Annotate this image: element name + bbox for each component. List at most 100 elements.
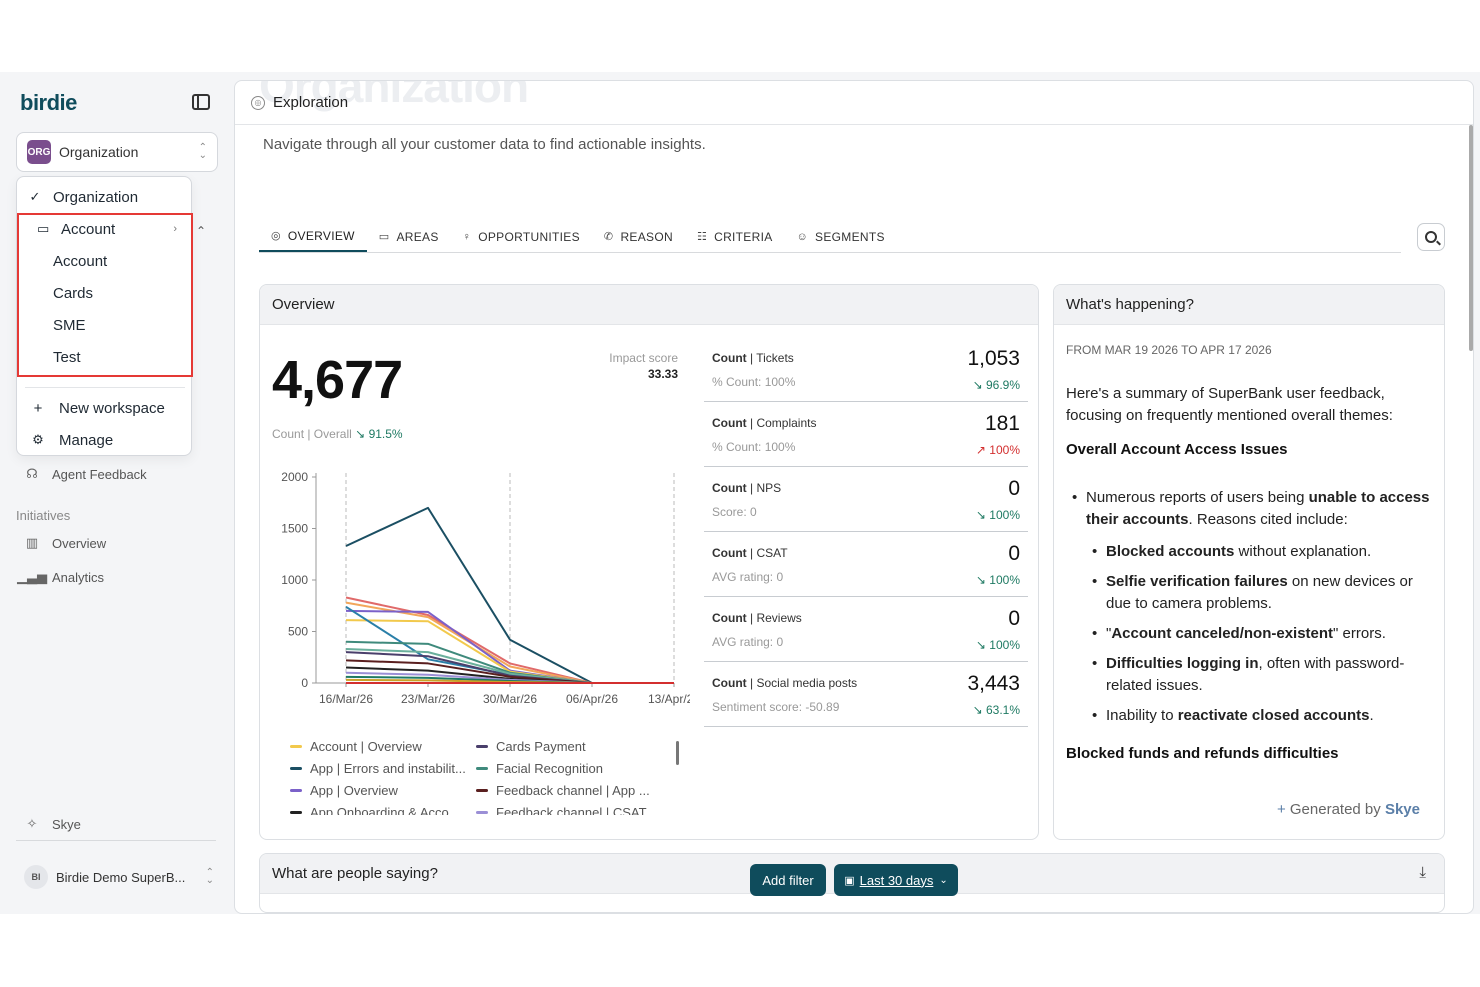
metric-label: Count | CSAT <box>712 546 788 560</box>
tab-criteria[interactable]: ☷ CRITERIA <box>685 221 785 252</box>
legend-item[interactable]: Account | Overview <box>290 739 422 754</box>
dropdown-item-account[interactable]: Account <box>17 245 193 277</box>
metric-label-bold: Count <box>712 546 747 560</box>
dropdown-item-test[interactable]: Test <box>17 341 193 373</box>
x-tick-label: 23/Mar/26 <box>401 692 455 706</box>
metric-change: ↘ 100% <box>976 573 1020 587</box>
bullet-bold: Account canceled/non-existent <box>1111 625 1334 642</box>
metric-row[interactable]: Count | Social media posts Sentiment scor… <box>704 662 1028 727</box>
manage-button[interactable]: ⚙ Manage <box>17 424 193 456</box>
search-icon <box>1425 231 1437 243</box>
metric-row[interactable]: Count | NPS Score: 0 0 ↘ 100% <box>704 467 1028 532</box>
whats-happening-card: What's happening? FROM MAR 19 2026 TO AP… <box>1053 284 1445 840</box>
legend-swatch <box>476 811 488 814</box>
metric-change-value: 100% <box>989 573 1020 587</box>
trend-down-icon: ↘ <box>975 573 990 587</box>
legend-label: App | Overview <box>310 783 398 798</box>
legend-item[interactable]: Feedback channel | App ... <box>476 783 650 798</box>
new-workspace-button[interactable]: + New workspace <box>17 392 193 424</box>
dropdown-item-organization[interactable]: ✓ Organization <box>17 181 193 213</box>
trend-down-icon: ↘ <box>972 703 986 717</box>
tab-label: REASON <box>620 229 673 244</box>
dropdown-item-label: Account <box>53 252 108 270</box>
metric-row[interactable]: Count | CSAT AVG rating: 0 0 ↘ 100% <box>704 532 1028 597</box>
dropdown-item-sme[interactable]: SME <box>17 309 193 341</box>
skye-brand: Skye <box>1384 801 1420 818</box>
workspace-name: Organization <box>59 144 139 160</box>
trend-down-icon: ↘ <box>975 508 990 522</box>
bullet-main: Numerous reports of users being unable t… <box>1072 487 1432 531</box>
legend-swatch <box>476 745 488 748</box>
metric-change: ↘ 96.9% <box>973 378 1020 392</box>
download-icon[interactable]: ⤓ <box>1419 864 1426 881</box>
tab-overview[interactable]: ◎ OVERVIEW <box>259 221 367 252</box>
workspace-selector[interactable]: ORG Organization ⌃ ⌄ <box>16 132 218 172</box>
metric-change-value: 100% <box>989 638 1020 652</box>
compass-icon: ◎ <box>271 230 281 242</box>
dropdown-item-cards[interactable]: Cards <box>17 277 193 309</box>
legend-item[interactable]: App | Overview <box>290 783 398 798</box>
y-tick-label: 0 <box>301 676 308 690</box>
app-window: birdie ORG Organization ⌃ ⌄ ✓ Organizatio… <box>0 72 1480 914</box>
sidebar-item-label: Overview <box>52 535 107 551</box>
tab-opportunities[interactable]: ♀ OPPORTUNITIES <box>451 221 592 252</box>
metric-name: | NPS <box>750 481 782 495</box>
legend-item[interactable]: Facial Recognition <box>476 761 603 776</box>
sidebar-item-overview[interactable]: ▥ Overview <box>24 535 106 551</box>
count-overall-change: 91.5% <box>368 427 403 441</box>
dropdown-item-label: Organization <box>53 188 139 206</box>
metric-row[interactable]: Count | Reviews AVG rating: 0 0 ↘ 100% <box>704 597 1028 662</box>
legend-label: Feedback channel | App ... <box>496 783 650 798</box>
legend-item[interactable]: App | Errors and instabilit... <box>290 761 466 776</box>
users-icon: ☺ <box>796 230 809 243</box>
chevron-down-icon: ⌄ <box>939 874 948 886</box>
bullet-bold: reactivate closed accounts <box>1177 707 1370 724</box>
tab-segments[interactable]: ☺ SEGMENTS <box>785 221 897 252</box>
date-filter-label: Last 30 days <box>859 872 934 888</box>
sidebar-item-agent-feedback[interactable]: ☊ Agent Feedback <box>24 466 146 482</box>
x-tick-label: 13/Apr/26 <box>648 692 690 706</box>
legend-scrollbar[interactable] <box>676 741 679 765</box>
trend-down-icon: ↘ <box>355 427 369 441</box>
birdie-logo: birdie <box>20 90 77 115</box>
initiatives-section-label: Initiatives <box>16 508 71 523</box>
count-overall: Count | Overall ↘ 91.5% <box>272 427 403 441</box>
avatar: BI <box>24 865 48 889</box>
overview-card: Overview 4,677 Impact score 33.33 Count … <box>259 284 1039 840</box>
metric-label-bold: Count <box>712 676 747 690</box>
metric-value: 181 <box>984 412 1020 435</box>
chevron-updown-icon: ⌃ ⌄ <box>205 867 214 886</box>
legend-item[interactable]: App Onboarding & Acco... <box>290 805 460 815</box>
people-saying-card: What are people saying? Add filter ▣ Las… <box>259 853 1445 913</box>
tab-label: CRITERIA <box>714 229 773 244</box>
legend-label: Feedback channel | CSAT <box>496 805 647 815</box>
sidebar-item-skye[interactable]: ✧ Skye <box>24 816 81 832</box>
legend-item[interactable]: Feedback channel | CSAT <box>476 805 647 815</box>
y-tick-label: 500 <box>288 625 308 639</box>
sidebar-item-analytics[interactable]: ▁▃▅ Analytics <box>17 569 104 585</box>
dropdown-item-account-folder[interactable]: ▭ Account › <box>17 213 193 245</box>
compass-icon: ◎ <box>251 95 265 110</box>
metric-row[interactable]: Count | Complaints % Count: 100% 181 ↗ 100% <box>704 402 1028 467</box>
sidebar-toggle-icon[interactable] <box>192 94 210 110</box>
legend-swatch <box>290 767 302 770</box>
chevron-up-icon[interactable]: ⌃ <box>196 224 206 238</box>
tab-reason[interactable]: ✆ REASON <box>592 221 685 252</box>
scrollbar[interactable] <box>1469 125 1473 351</box>
summary-text: Here's a summary of SuperBank user feedb… <box>1066 385 1393 424</box>
legend-swatch <box>476 789 488 792</box>
metric-change-value: 100% <box>989 443 1020 457</box>
user-name: Birdie Demo SuperB... <box>56 869 186 885</box>
legend-item[interactable]: Cards Payment <box>476 739 586 754</box>
user-menu[interactable]: BI Birdie Demo SuperB... ⌃ ⌄ <box>24 865 214 889</box>
sub-bullet: Difficulties logging in, often with pass… <box>1092 653 1432 697</box>
add-filter-button[interactable]: Add filter <box>750 864 826 896</box>
legend-swatch <box>290 745 302 748</box>
gear-icon: ⚙ <box>32 432 44 447</box>
tab-areas[interactable]: ▭ AREAS <box>367 221 451 252</box>
metric-label-bold: Count <box>712 611 747 625</box>
date-filter-button[interactable]: ▣ Last 30 days ⌄ <box>834 864 958 896</box>
metric-row[interactable]: Count | Tickets % Count: 100% 1,053 ↘ 96.9% <box>704 337 1028 402</box>
search-button[interactable] <box>1417 223 1445 251</box>
lightbulb-icon: ♀ <box>462 230 472 243</box>
